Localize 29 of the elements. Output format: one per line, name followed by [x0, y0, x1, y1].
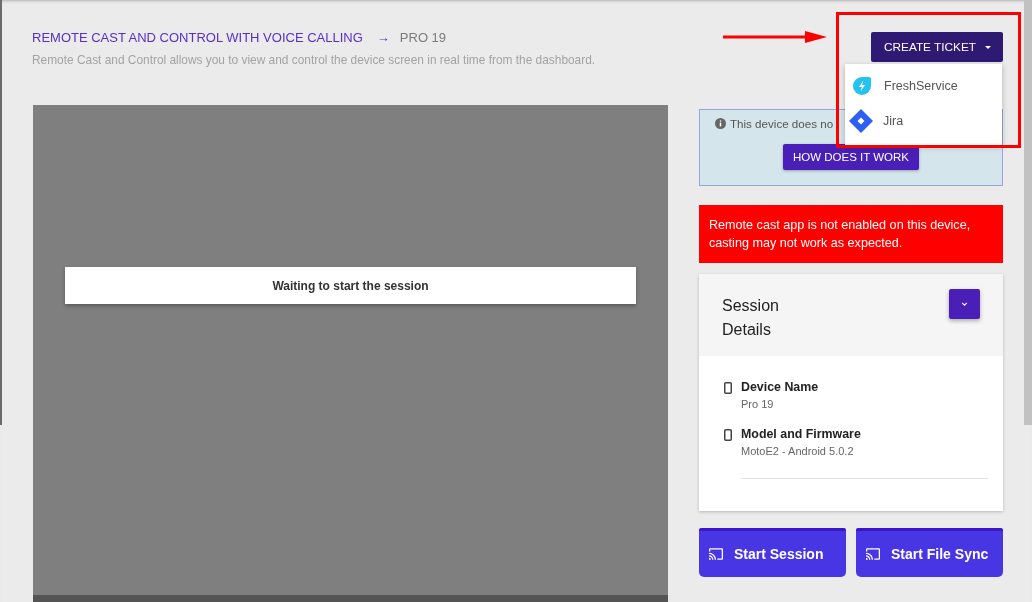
chevron-down-icon — [961, 302, 968, 306]
info-text: This device does no — [730, 116, 834, 130]
field-value: MotoE2 - Android 5.0.2 — [741, 444, 855, 458]
lightning-badge-icon — [853, 76, 871, 95]
page-description: Remote Cast and Control allows you to view and control the device screen in real time from the dashboard. — [32, 52, 596, 68]
diamond-icon — [849, 108, 873, 133]
field-label: Device Name — [741, 379, 819, 395]
phone-icon — [724, 429, 732, 441]
start-button[interactable]: Start File Sync — [856, 528, 1003, 577]
caret-icon — [985, 44, 991, 50]
menu-item[interactable]: Jira — [845, 103, 1002, 138]
collapse-button[interactable] — [949, 289, 980, 319]
how-it-works-button[interactable]: HOW DOES IT WORK — [782, 144, 920, 170]
menu-item[interactable]: FreshService — [845, 68, 1002, 103]
session-status: Waiting to start the session — [65, 267, 636, 304]
field-value: Pro 19 — [741, 397, 775, 411]
start-button[interactable]: Start Session — [699, 528, 846, 577]
cast-icon — [709, 548, 723, 560]
field-label: Model and Firmware — [741, 426, 861, 442]
breadcrumb-arrow: → — [376, 29, 390, 45]
create-ticket-button[interactable]: CREATE TICKET — [871, 32, 1003, 62]
info-icon — [715, 117, 726, 129]
card-title: Session Details — [722, 296, 780, 340]
phone-icon — [724, 382, 732, 394]
cast-icon — [866, 548, 880, 560]
device-name-heading: PRO 19 — [399, 29, 447, 45]
page-title: REMOTE CAST AND CONTROL WITH VOICE CALLING — [32, 29, 363, 45]
warning-banner: Remote cast app is not enabled on this device, casting may not work as expected. — [699, 205, 1003, 263]
scrollbar-thumb[interactable] — [1024, 0, 1032, 425]
